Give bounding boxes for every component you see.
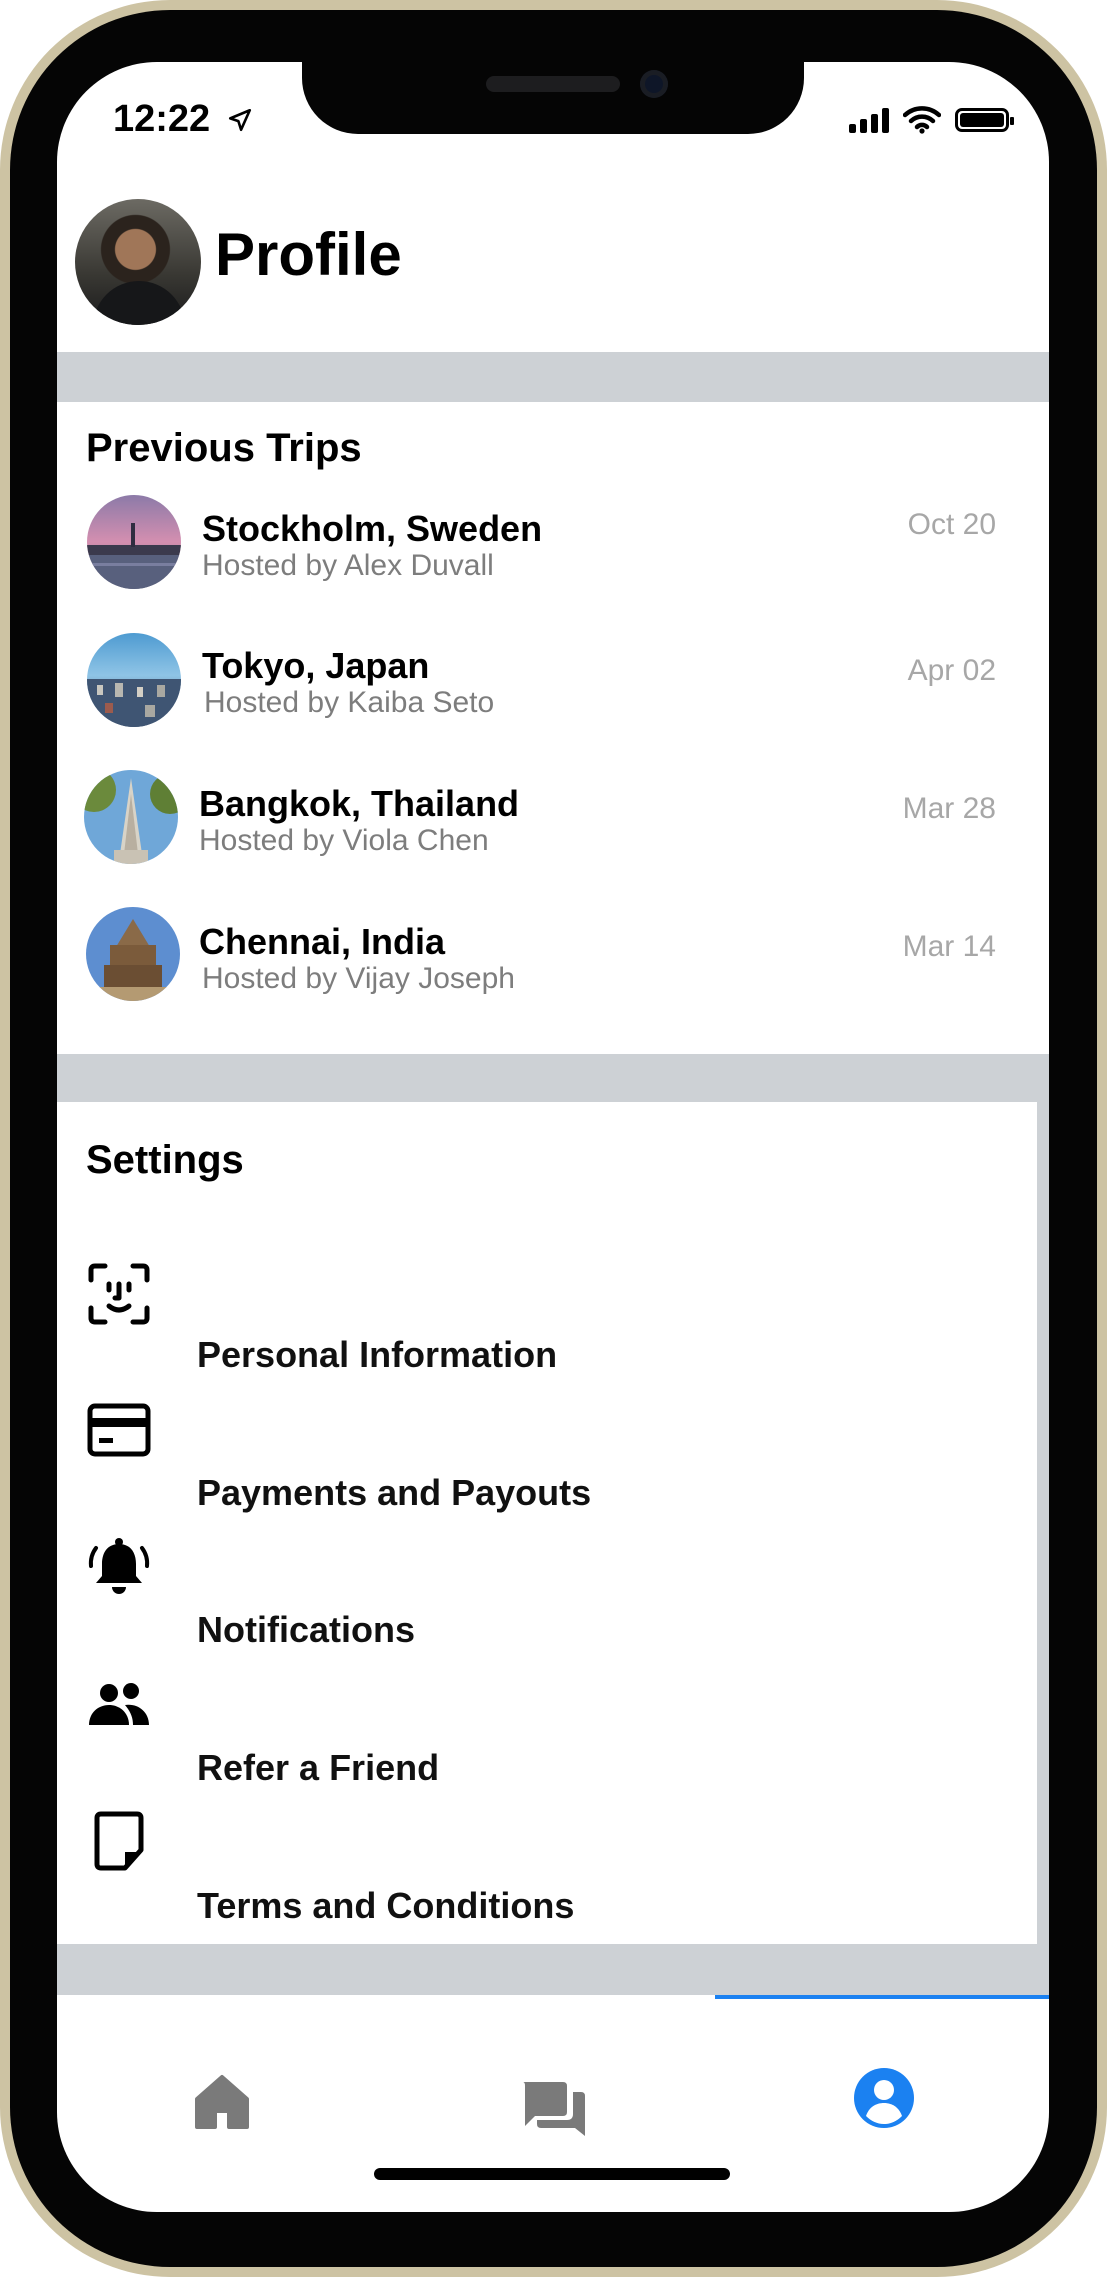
trip-thumbnail [87,633,181,727]
notch [302,62,804,134]
trip-thumbnail [87,495,181,589]
trip-host: Hosted by Viola Chen [199,824,489,857]
setting-label: Payments and Payouts [197,1472,592,1513]
chat-icon[interactable] [519,2078,589,2142]
page-title: Profile [215,221,402,288]
setting-label: Refer a Friend [197,1747,440,1788]
trip-date: Oct 20 [907,508,996,541]
settings-right-edge [1037,1102,1049,1944]
previous-trips-title: Previous Trips [86,426,362,470]
trip-thumbnail [84,770,178,864]
status-time-text: 12:22 [113,98,211,140]
trip-name: Tokyo, Japan [202,645,430,686]
active-tab-indicator [715,1995,1049,1999]
trip-host: Hosted by Kaiba Seto [204,686,495,719]
cellular-signal-icon [849,107,889,133]
bell-icon [88,1538,150,1594]
section-divider [57,1944,1049,1995]
profile-icon[interactable] [852,2066,916,2130]
people-icon [89,1683,149,1725]
speaker-grille [486,76,620,92]
setting-label: Notifications [197,1609,416,1650]
trip-name: Bangkok, Thailand [199,783,520,824]
setting-label: Terms and Conditions [197,1885,575,1926]
setting-label: Personal Information [197,1334,558,1375]
trip-date: Apr 02 [907,654,996,687]
trip-name: Chennai, India [199,921,446,962]
status-time: 12:22 [113,98,253,141]
section-divider [57,1054,1049,1102]
trip-name: Stockholm, Sweden [202,508,543,549]
section-divider [57,352,1049,402]
settings-title: Settings [86,1138,244,1182]
battery-icon [955,108,1014,132]
home-icon[interactable] [193,2073,251,2131]
front-camera [640,70,668,98]
trip-host: Hosted by Vijay Joseph [202,962,515,995]
location-arrow-icon [228,108,251,132]
wifi-icon [903,106,941,134]
trip-host: Hosted by Alex Duvall [202,549,494,582]
face-id-icon [88,1263,150,1325]
status-indicators [849,106,1014,134]
avatar[interactable] [75,199,201,325]
trip-thumbnail [86,907,180,1001]
trip-date: Mar 14 [902,930,996,963]
credit-card-icon [87,1403,151,1457]
trip-date: Mar 28 [902,792,996,825]
home-indicator[interactable] [374,2168,730,2180]
screen: 12:22 Profile Previous Trips Stockholm, … [57,62,1049,2212]
document-icon [94,1811,144,1871]
